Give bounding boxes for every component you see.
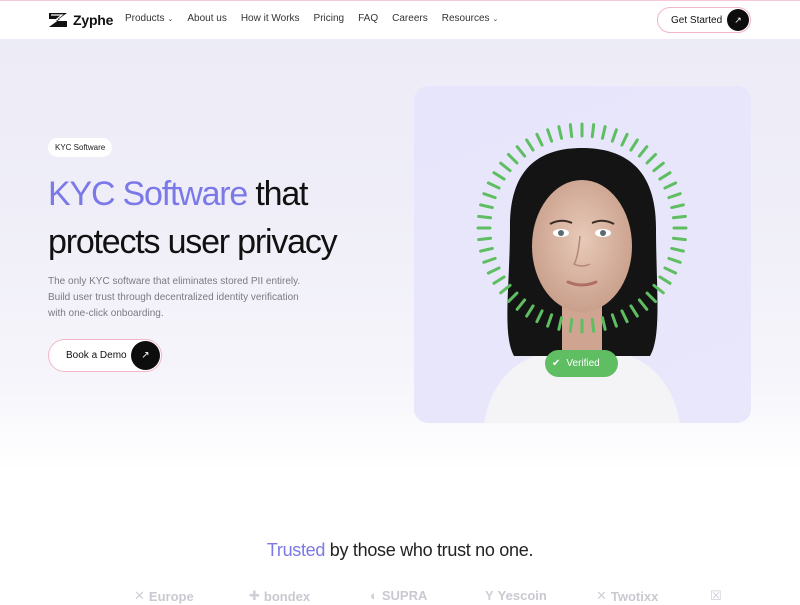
bondex-logo-icon: ✚ <box>249 588 260 603</box>
brand-name: bondex <box>263 588 311 604</box>
supra-logo-icon: ◐ <box>370 588 378 603</box>
partner-logo-yescoin: Y Yescoin <box>485 588 547 603</box>
scan-tick <box>620 132 629 147</box>
scan-tick <box>629 138 639 152</box>
scan-tick <box>535 132 544 147</box>
scan-tick <box>477 214 493 220</box>
scan-tick <box>477 236 493 242</box>
scan-tick <box>670 203 685 210</box>
scan-tick <box>515 145 527 158</box>
description-line: with one-click onboarding. <box>48 308 164 319</box>
scan-tick <box>482 256 497 264</box>
menu-item-pricing[interactable]: Pricing <box>314 13 345 24</box>
scan-tick <box>652 161 665 173</box>
headline-accent: KYC Software <box>48 175 248 213</box>
scan-tick <box>663 181 678 190</box>
scan-tick <box>610 128 618 143</box>
scan-tick <box>546 128 554 143</box>
partner-logo-icon: ☒ <box>710 588 722 603</box>
hero-badge: KYC Software <box>48 138 113 157</box>
partner-logo-supra: ◐ SUPRA <box>370 588 427 603</box>
menu-item-label: How it Works <box>240 13 300 24</box>
menu-item-label: FAQ <box>358 13 379 24</box>
scan-tick <box>482 192 497 200</box>
zyphe-logo-icon <box>49 13 67 27</box>
scan-tick <box>667 256 682 264</box>
menu-item-label: Pricing <box>313 13 345 24</box>
menu-item-label: About us <box>187 13 227 24</box>
hero-headline: KYC Software that protects user privacy <box>48 170 338 266</box>
description-line: Build user trust through decentralized i… <box>48 292 299 303</box>
menu-item-how-it-works[interactable]: How it Works <box>241 13 300 24</box>
brand-name: Twotixx <box>610 588 659 604</box>
scan-tick <box>525 138 535 152</box>
verification-card: ✔ Verified <box>414 86 751 423</box>
scan-tick <box>637 145 649 158</box>
check-icon: ✔ <box>552 358 561 369</box>
menu-item-label: Resources <box>441 13 490 24</box>
scan-tick <box>557 125 564 140</box>
menu-item-about[interactable]: About us <box>187 13 226 24</box>
scan-tick <box>671 236 687 242</box>
scan-tick <box>568 123 574 139</box>
menu-item-careers[interactable]: Careers <box>392 13 428 24</box>
partner-logo-twotixx: ✕ Twotixx <box>596 588 658 604</box>
scan-tick <box>479 246 494 253</box>
brand-name: Zyphe <box>73 12 114 28</box>
arrow-up-right-icon: ↗ <box>727 9 749 31</box>
scan-tick <box>600 125 607 140</box>
brand-name: SUPRA <box>381 588 428 603</box>
scan-tick <box>590 123 596 139</box>
get-started-button[interactable]: Get Started ↗ <box>657 7 751 33</box>
scan-tick <box>506 152 519 165</box>
yescoin-logo-icon: Y <box>485 588 494 603</box>
trusted-rest: by those who trust no one. <box>325 540 534 560</box>
brand-logo[interactable]: Zyphe <box>48 12 113 28</box>
europe-logo-icon: ✕ <box>134 588 145 603</box>
arrow-up-right-icon: ↗ <box>131 341 160 370</box>
trusted-heading: Trusted by those who trust no one. <box>0 540 800 561</box>
menu-item-faq[interactable]: FAQ <box>358 13 378 24</box>
scan-tick <box>568 317 574 333</box>
partner-logo-bondex: ✚ bondex <box>249 588 310 604</box>
scan-tick <box>499 161 512 173</box>
scan-tick <box>590 317 596 333</box>
menu-item-label: Careers <box>392 13 428 24</box>
scan-tick <box>667 192 682 200</box>
brand-name: Europe <box>148 588 194 604</box>
scan-tick <box>486 266 501 275</box>
menu-item-products[interactable]: Products ⌄ <box>125 13 173 24</box>
headline-rest: that <box>247 175 308 213</box>
chevron-down-icon: ⌄ <box>167 15 174 23</box>
scan-tick <box>492 171 506 181</box>
top-navigation: Zyphe Products ⌄ About us How it Works P… <box>0 0 800 39</box>
book-demo-button[interactable]: Book a Demo ↗ <box>48 339 162 372</box>
scan-tick <box>670 246 685 253</box>
scan-tick <box>663 266 678 275</box>
partner-logo-europe: ✕ Europe <box>134 588 194 604</box>
scan-tick <box>658 171 672 181</box>
description-line: The only KYC software that eliminates st… <box>48 276 301 287</box>
scan-tick <box>479 203 494 210</box>
menu-item-resources[interactable]: Resources ⌄ <box>442 13 499 24</box>
button-label: Get Started <box>671 14 723 26</box>
verified-label: Verified <box>566 358 600 369</box>
chevron-down-icon: ⌄ <box>492 15 499 23</box>
scan-tick <box>486 181 501 190</box>
partner-logos: ✕ Europe ✚ bondex ◐ SUPRA Y Yescoin ✕ Tw… <box>0 586 800 605</box>
button-label: Book a Demo <box>66 350 127 361</box>
brand-name: Yescoin <box>497 588 547 603</box>
trusted-accent: Trusted <box>266 540 326 560</box>
menu-item-label: Products <box>125 13 165 24</box>
verified-badge: ✔ Verified <box>545 350 618 377</box>
scan-tick <box>492 275 506 285</box>
main-menu: Products ⌄ About us How it Works Pricing… <box>125 13 512 24</box>
scan-tick <box>645 152 658 165</box>
partner-logo: ☒ <box>710 588 722 604</box>
scan-tick <box>658 275 672 285</box>
twotixx-logo-icon: ✕ <box>596 588 607 603</box>
hero-description: The only KYC software that eliminates st… <box>48 274 318 322</box>
headline-line-2: protects user privacy <box>48 223 338 261</box>
scan-tick <box>671 214 687 220</box>
